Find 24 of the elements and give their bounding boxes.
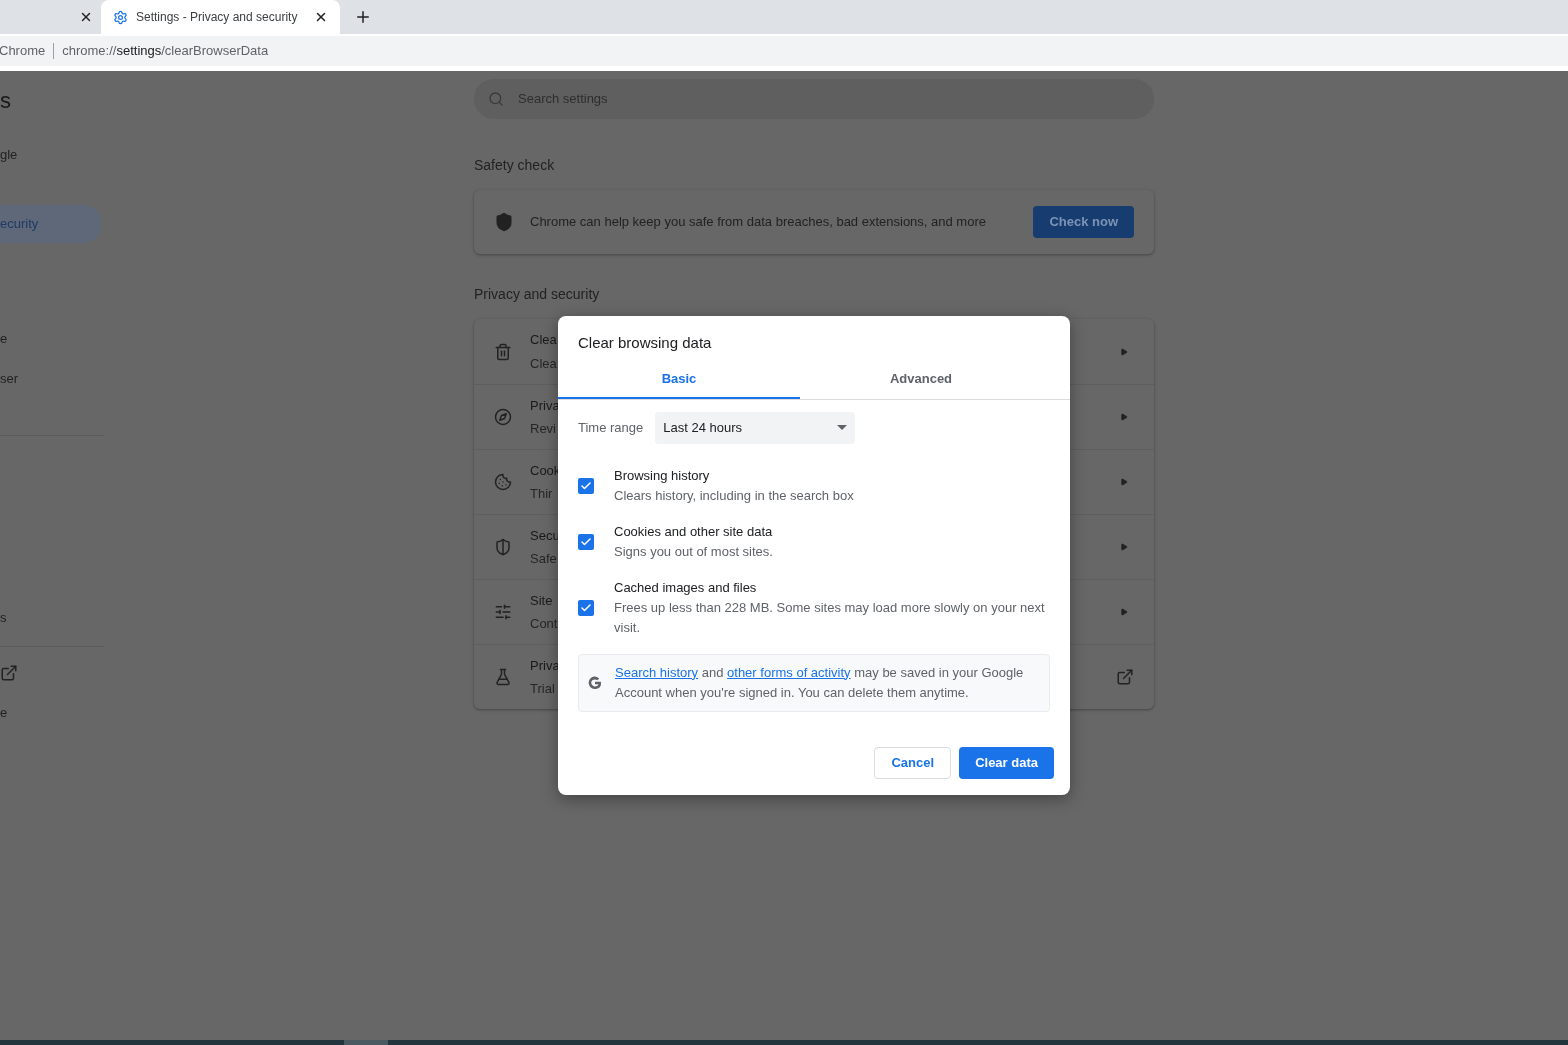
section-heading: Privacy and security: [474, 285, 601, 304]
row-subtitle: Trial: [530, 680, 555, 698]
url-text: chrome://settings/clearBrowserData: [62, 41, 269, 60]
row-subtitle: Clea: [530, 354, 557, 373]
row-subtitle: Cont: [530, 615, 558, 633]
option-description: Signs you out of most sites.: [614, 542, 773, 561]
notice-text: Search history and other forms of activity may be saved in your Google Account when you're signed in. You can delete them anytime.: [615, 663, 1025, 702]
time-range-label: Time range: [578, 418, 644, 437]
dialog-title: Clear browsing data: [577, 333, 713, 353]
row-title: Site: [530, 591, 553, 610]
option-description: Frees up less than 228 MB. Some sites may load more slowly on your next visit.: [614, 598, 1046, 637]
row-subtitle: Safe: [530, 550, 557, 568]
row-subtitle: Thir: [530, 485, 553, 503]
site-label: Chrome: [0, 41, 46, 60]
option-title: Browsing history: [614, 466, 711, 485]
row-subtitle: Revi: [530, 420, 556, 438]
row-title: Clea: [530, 331, 557, 349]
safety-text: Chrome can help keep you safe from data breaches, bad extensions, and more: [530, 213, 987, 232]
option-description: Clears history, including in the search box: [614, 486, 854, 505]
settings-heading: s: [0, 87, 12, 115]
section-heading: Safety check: [474, 156, 556, 175]
option-title: Cookies and other site data: [614, 522, 773, 541]
tab-title: Settings - Privacy and security: [136, 9, 299, 26]
option-title: Cached images and files: [614, 578, 758, 597]
